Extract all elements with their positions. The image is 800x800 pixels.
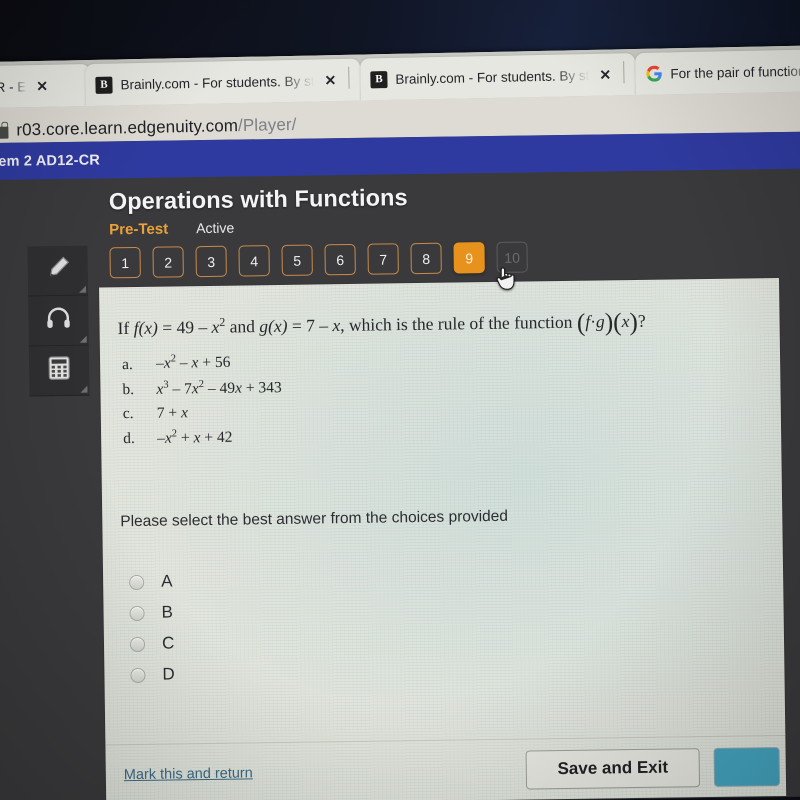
brainly-favicon: B (370, 70, 388, 88)
pager-button-5[interactable]: 5 (281, 244, 313, 276)
choice-letter: b. (122, 380, 135, 398)
url-domain: r03.core.learn.edgenuity.com (16, 116, 239, 140)
headphones-icon (44, 304, 72, 337)
choice-expression: –x2 + x + 42 (157, 428, 233, 447)
tab-title: For the pair of functions (670, 63, 800, 81)
tab-title: Brainly.com - For students. By st (395, 67, 590, 87)
question-footer: Mark this and return Save and Exit (105, 734, 787, 800)
calculator-tool-button[interactable] (28, 345, 90, 397)
choice-expression: 7 + x (156, 404, 189, 422)
pager-button-6[interactable]: 6 (324, 243, 356, 276)
next-button[interactable] (713, 746, 781, 787)
radio-button-icon[interactable] (130, 667, 146, 684)
close-icon[interactable]: ✕ (597, 67, 613, 83)
tab-title: Brainly.com - For students. By st (120, 72, 315, 92)
answer-radio-group: A B C D (121, 558, 763, 691)
question-sheet: If f(x) = 49 – x2 and g(x) = 7 – x, whic… (99, 277, 787, 800)
stem-eq1: = 49 – (157, 316, 212, 338)
mark-this-and-return-link[interactable]: Mark this and return (124, 765, 253, 783)
stem-g-arg: (x) (267, 315, 288, 336)
stem-and: and (225, 316, 260, 337)
calculator-icon (45, 354, 73, 387)
question-stem: If f(x) = 49 – x2 and g(x) = 7 – x, whic… (117, 306, 757, 340)
answer-choice-d: d. –x2 + x + 42 (119, 420, 759, 448)
close-icon[interactable]: ✕ (34, 78, 50, 94)
choice-expression: –x2 – x + 56 (155, 353, 231, 373)
footer-spacer (253, 770, 526, 774)
choice-letter: d. (123, 429, 135, 448)
pager-button-1[interactable]: 1 (109, 246, 141, 279)
stem-mid: , which is the rule of the function (340, 311, 577, 335)
breadcrumb: em 2 AD12-CR (0, 151, 101, 170)
pager-button-9[interactable]: 9 (453, 242, 485, 274)
answer-choice-a: a. –x2 – x + 56 (118, 346, 758, 374)
highlighter-icon (43, 253, 73, 288)
assignment-state-label: Active (196, 219, 235, 237)
audio-tool-button[interactable] (28, 295, 89, 347)
pager-button-4[interactable]: 4 (238, 245, 270, 277)
browser-tab-3[interactable]: B Brainly.com - For students. By st ✕ (360, 53, 636, 101)
lesson-header: Operations with Functions Pre-Test Activ… (0, 169, 800, 240)
stem-if: If (117, 317, 130, 339)
radio-button-icon[interactable] (129, 605, 145, 622)
pager-button-3[interactable]: 3 (195, 245, 227, 278)
radio-label: D (162, 664, 175, 685)
radio-button-icon[interactable] (129, 636, 146, 653)
radio-label: A (161, 571, 173, 592)
stem-fn-arg: x (621, 310, 630, 332)
stem-f-arg: (x) (138, 317, 159, 338)
assignment-meta: Pre-Test Active (109, 212, 800, 239)
page-title: Operations with Functions (108, 184, 408, 215)
pager-button-2[interactable]: 2 (152, 246, 184, 278)
stem-qmark: ? (637, 310, 646, 331)
radio-button-icon[interactable] (129, 574, 145, 591)
radio-label: B (161, 602, 174, 623)
choice-letter: c. (122, 404, 134, 422)
address-bar-url: r03.core.learn.edgenuity.com/Player/ (16, 115, 297, 141)
tool-rail (27, 245, 90, 397)
answer-choice-b: b. x3 – 7x2 – 49x + 343 (118, 371, 758, 399)
assignment-type-label: Pre-Test (109, 220, 169, 239)
radio-label: C (161, 633, 175, 654)
highlighter-tool-button[interactable] (27, 245, 89, 297)
brainly-favicon: B (95, 76, 113, 94)
url-path: /Player/ (237, 114, 297, 136)
close-icon[interactable]: ✕ (322, 72, 338, 88)
question-pager: 1 2 3 4 5 6 7 8 9 10 (109, 238, 800, 279)
save-and-exit-button[interactable]: Save and Exit (525, 747, 701, 790)
choice-letter: a. (121, 355, 133, 373)
pager-button-7[interactable]: 7 (367, 243, 399, 275)
lock-icon (0, 126, 9, 139)
google-favicon (645, 65, 662, 82)
pager-button-10: 10 (496, 241, 528, 273)
browser-tab-2[interactable]: B Brainly.com - For students. By st ✕ (85, 58, 361, 107)
question-body: If f(x) = 49 – x2 and g(x) = 7 – x, whic… (99, 278, 785, 691)
pager-button-8[interactable]: 8 (410, 242, 442, 275)
screenshot-root: E AD12-CR - E ✕ B Brainly.com - For stud… (0, 0, 800, 800)
answer-choice-c: c. 7 + x (119, 396, 759, 423)
tab-title: AD12-CR - E (0, 78, 27, 96)
choice-expression: x3 – 7x2 – 49x + 343 (156, 378, 282, 398)
edgenuity-app: em 2 AD12-CR Operations with Functions P… (0, 131, 800, 800)
stem-fn-g: g (595, 311, 605, 332)
instruction-text: Please select the best answer from the c… (120, 507, 509, 531)
browser-tab-1[interactable]: E AD12-CR - E ✕ (0, 63, 91, 110)
stem-eq2: = 7 – (287, 315, 333, 336)
answer-choices: a. –x2 – x + 56 b. x3 – 7x2 – 49x + 343 … (118, 346, 759, 448)
browser-tab-4[interactable]: For the pair of functions (634, 48, 800, 96)
